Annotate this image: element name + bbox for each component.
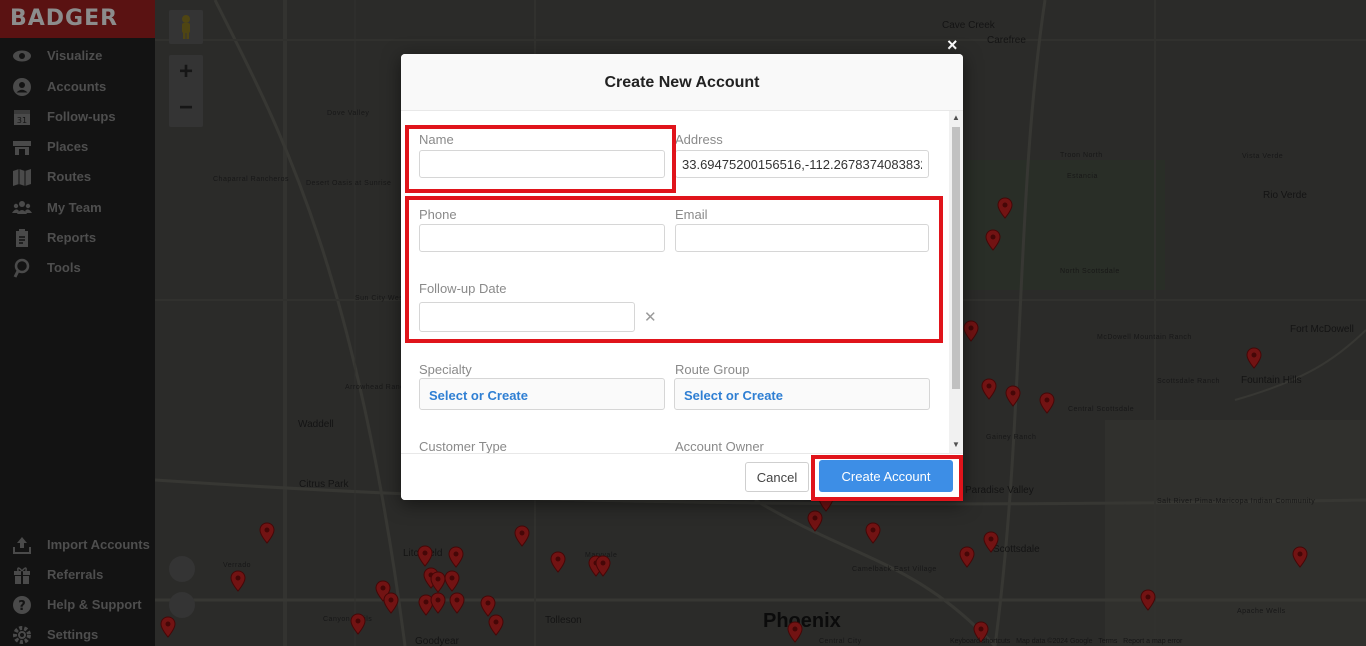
scroll-thumb[interactable]: [952, 127, 960, 389]
sidebar-item-referrals[interactable]: Referrals: [0, 561, 155, 589]
gear-icon: [12, 625, 32, 645]
sidebar-item-label: Referrals: [47, 567, 104, 582]
scroll-up-icon[interactable]: ▲: [952, 114, 960, 122]
sidebar-item-settings[interactable]: Settings: [0, 621, 155, 646]
sidebar-item-label: Places: [47, 139, 89, 154]
name-label: Name: [419, 132, 454, 147]
email-label: Email: [675, 207, 708, 222]
modal-body: Name Address Phone Email Follow-up Date …: [401, 111, 949, 453]
scroll-down-icon[interactable]: ▼: [952, 441, 960, 449]
clipboard-icon: [12, 228, 32, 248]
sidebar-item-label: Visualize: [47, 48, 103, 63]
followup-date-input[interactable]: [419, 302, 635, 332]
question-icon: ?: [12, 595, 32, 615]
eye-icon: [12, 46, 32, 66]
sidebar-item-label: Tools: [47, 260, 81, 275]
sidebar-item-routes[interactable]: Routes: [0, 163, 155, 191]
name-input[interactable]: [419, 150, 665, 178]
sidebar: BADGER Visualize Accounts 31 Follow-ups …: [0, 0, 155, 646]
sidebar-item-label: Help & Support: [47, 597, 142, 612]
email-input[interactable]: [675, 224, 929, 252]
sidebar-item-visualize[interactable]: Visualize: [0, 42, 155, 70]
sidebar-item-tools[interactable]: Tools: [0, 254, 155, 282]
sidebar-item-label: Accounts: [47, 79, 107, 94]
sidebar-item-label: Reports: [47, 230, 97, 245]
sidebar-item-label: Routes: [47, 169, 92, 184]
sidebar-item-accounts[interactable]: Accounts: [0, 73, 155, 101]
tools-icon: [12, 258, 32, 278]
sidebar-item-label: Import Accounts: [47, 537, 150, 552]
team-icon: [12, 198, 32, 218]
followup-date-label: Follow-up Date: [419, 281, 507, 296]
modal-footer: Cancel Create Account: [401, 453, 963, 500]
specialty-label: Specialty: [419, 362, 472, 377]
sidebar-item-import-accounts[interactable]: Import Accounts: [0, 531, 155, 559]
upload-icon: [12, 535, 32, 555]
address-label: Address: [675, 132, 723, 147]
sidebar-item-reports[interactable]: Reports: [0, 224, 155, 252]
sidebar-item-label: Follow-ups: [47, 109, 116, 124]
route-group-label: Route Group: [675, 362, 750, 377]
svg-text:?: ?: [18, 599, 26, 614]
specialty-select[interactable]: Select or Create: [419, 378, 665, 410]
store-icon: [12, 137, 32, 157]
person-icon: [12, 77, 32, 97]
phone-input[interactable]: [419, 224, 665, 252]
brand-logo[interactable]: BADGER: [0, 0, 155, 38]
sidebar-item-my-team[interactable]: My Team: [0, 194, 155, 222]
svg-text:31: 31: [17, 116, 27, 125]
modal-scrollbar[interactable]: ▲ ▼: [949, 111, 963, 453]
gift-icon: [12, 565, 32, 585]
address-input[interactable]: [675, 150, 929, 178]
account-owner-label: Account Owner: [675, 439, 764, 453]
calendar-icon: 31: [12, 107, 32, 127]
sidebar-item-places[interactable]: Places: [0, 133, 155, 161]
sidebar-item-help-support[interactable]: ? Help & Support: [0, 591, 155, 619]
sidebar-item-label: Settings: [47, 627, 99, 642]
clear-date-icon[interactable]: ✕: [644, 308, 657, 326]
customer-type-label: Customer Type: [419, 439, 507, 453]
close-icon[interactable]: ×: [947, 36, 958, 54]
modal-header: Create New Account: [401, 54, 963, 111]
route-group-select[interactable]: Select or Create: [674, 378, 930, 410]
create-account-button[interactable]: Create Account: [819, 460, 953, 492]
create-account-modal: Create New Account Name Address Phone Em…: [401, 54, 963, 500]
route-group-select-value: Select or Create: [684, 388, 783, 403]
sidebar-item-follow-ups[interactable]: 31 Follow-ups: [0, 103, 155, 131]
modal-title: Create New Account: [604, 74, 760, 91]
phone-label: Phone: [419, 207, 457, 222]
specialty-select-value: Select or Create: [429, 388, 528, 403]
sidebar-item-label: My Team: [47, 200, 102, 215]
cancel-button[interactable]: Cancel: [745, 462, 809, 492]
map-icon: [12, 167, 32, 187]
